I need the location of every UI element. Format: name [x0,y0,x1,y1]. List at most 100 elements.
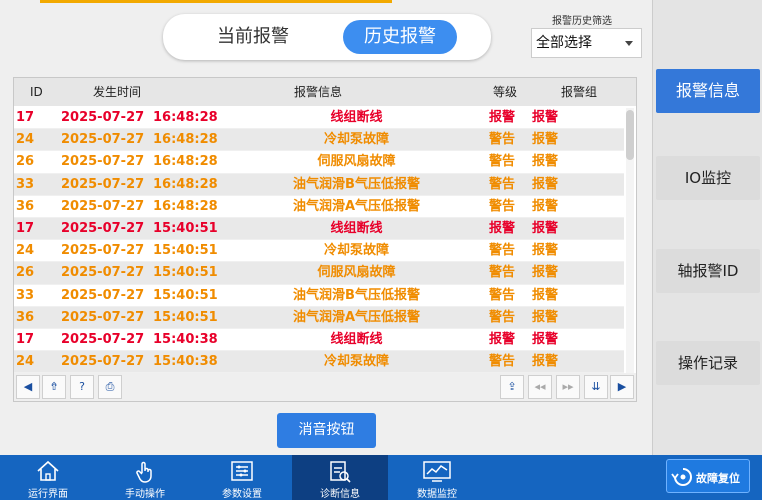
cell-id: 17 [16,110,35,125]
table-row[interactable]: 17 2025-07-27 16:48:28 线组断线 报警 报警 [14,107,624,130]
monitor-chart-icon [423,461,451,482]
table-row[interactable]: 24 2025-07-27 16:48:28 冷却泵故障 警告 报警 [14,129,624,152]
cell-message: 线组断线 [330,331,383,347]
cell-id: 36 [16,309,35,325]
table-pager: ◀ ⇮ ? ⎙ ⇪ ◂◂ ▸▸ ⇊ ▶ [14,373,636,401]
cell-id: 24 [16,243,35,259]
import-icon[interactable]: ⇪ [500,375,524,399]
first-page-icon[interactable]: ◂◂ [528,375,552,399]
cell-time: 16:48:28 [153,198,218,214]
export-icon[interactable]: ⇮ [42,375,66,399]
nav-data-monitor[interactable]: 数据监控 [389,455,485,500]
cell-date: 2025-07-27 [61,354,145,370]
cell-level: 报警 [489,331,516,347]
table-body: 17 2025-07-27 16:48:28 线组断线 报警 报警 24 2025-07-27… [14,107,624,373]
top-accent-strip [40,0,392,3]
cell-level: 警告 [489,265,516,281]
cell-message: 油气润滑A气压低报警 [292,309,421,325]
cell-level: 警告 [489,198,516,214]
hand-icon [136,461,152,483]
mute-button[interactable]: 消音按钮 [277,413,376,448]
alarm-table: ID 发生时间 报警信息 等级 报警组 17 2025-07-27 16:48:28… [13,77,637,402]
sidebar-item-axis-alarm-id[interactable]: 轴报警ID [656,249,760,293]
last-page-icon[interactable]: ▸▸ [556,375,580,399]
nav-run-screen[interactable]: 运行界面 [0,455,96,500]
cell-message: 冷却泵故障 [323,354,389,370]
cell-date: 2025-07-27 [61,243,145,259]
cell-level: 报警 [489,110,516,125]
nav-parameter-settings[interactable]: 参数设置 [194,455,290,500]
cell-group: 报警 [532,220,559,236]
sidebar-item-operation-log[interactable]: 操作记录 [656,341,760,385]
nav-label: 手动操作 [125,489,165,500]
cell-date: 2025-07-27 [61,198,145,214]
tab-history-alarm[interactable]: 历史报警 [343,20,457,54]
scroll-bottom-icon[interactable]: ⇊ [584,375,608,399]
sidebar: 报警信息 IO监控 轴报警ID 操作记录 [652,0,762,455]
cell-id: 36 [16,198,35,214]
table-row[interactable]: 17 2025-07-27 15:40:51 线组断线 报警 报警 [14,217,624,241]
filter-select[interactable]: 全部选择 [531,28,642,58]
table-row[interactable]: 26 2025-07-27 15:40:51 伺服风扇故障 警告 报警 [14,262,624,285]
table-row[interactable]: 26 2025-07-27 16:48:28 伺服风扇故障 警告 报警 [14,151,624,174]
column-header-id: ID [30,85,43,99]
cell-time: 15:40:51 [153,287,218,303]
prev-icon[interactable]: ◀ [16,375,40,399]
cell-level: 警告 [489,132,516,148]
nav-diagnostic-info[interactable]: 诊断信息 [292,455,388,500]
table-row[interactable]: 33 2025-07-27 15:40:51 油气润滑B气压低报警 警告 报警 [14,285,624,307]
cell-level: 警告 [489,176,516,192]
cell-level: 报警 [489,220,516,236]
cell-message: 伺服风扇故障 [317,265,396,281]
table-row[interactable]: 33 2025-07-27 16:48:28 油气润滑B气压低报警 警告 报警 [14,173,624,196]
cell-level: 警告 [489,309,516,325]
sidebar-item-io-monitor[interactable]: IO监控 [656,156,760,200]
cell-date: 2025-07-27 [61,265,145,281]
table-scrollbar[interactable] [626,108,634,374]
scroll-thumb[interactable] [626,110,634,160]
cell-time: 16:48:28 [153,110,218,125]
cell-time: 16:48:28 [153,132,218,148]
cell-time: 15:40:51 [153,265,218,281]
cell-time: 15:40:51 [153,220,218,236]
cell-date: 2025-07-27 [61,287,145,303]
table-row[interactable]: 24 2025-07-27 15:40:51 冷却泵故障 警告 报警 [14,240,624,263]
table-row[interactable]: 24 2025-07-27 15:40:38 冷却泵故障 警告 报警 [14,351,624,373]
cell-id: 33 [16,176,35,192]
nav-label: 数据监控 [417,489,457,500]
table-header: ID 发生时间 报警信息 等级 报警组 [14,78,636,106]
cell-group: 报警 [532,287,559,303]
cell-message: 油气润滑B气压低报警 [293,176,420,192]
cell-group: 报警 [532,243,559,259]
cell-message: 线组断线 [330,110,383,125]
table-row[interactable]: 36 2025-07-27 15:40:51 油气润滑A气压低报警 警告 报警 [14,306,624,329]
tab-current-alarm[interactable]: 当前报警 [203,20,303,54]
cell-time: 16:48:28 [153,154,218,170]
nav-manual-operation[interactable]: 手动操作 [97,455,193,500]
alarm-tab-switch: 当前报警 历史报警 [163,14,491,60]
table-row[interactable]: 17 2025-07-27 15:40:38 线组断线 报警 报警 [14,329,624,352]
cell-group: 报警 [532,198,559,214]
cell-group: 报警 [532,354,559,370]
print-icon[interactable]: ⎙ [98,375,122,399]
settings-list-icon [231,461,253,481]
cell-group: 报警 [532,265,559,281]
fault-reset-button[interactable]: 故障复位 [666,459,750,493]
next-icon[interactable]: ▶ [610,375,634,399]
sidebar-item-alarm-info[interactable]: 报警信息 [656,69,760,113]
cell-id: 24 [16,132,35,148]
cell-date: 2025-07-27 [61,110,145,125]
column-header-level: 等级 [493,85,518,99]
table-row[interactable]: 36 2025-07-27 16:48:28 油气润滑A气压低报警 警告 报警 [14,196,624,218]
cell-date: 2025-07-27 [61,176,145,192]
filter-label: 报警历史筛选 [552,16,612,27]
cell-message: 线组断线 [330,220,383,236]
diagnostic-icon [330,461,351,483]
cell-group: 报警 [532,110,559,125]
cell-time: 15:40:51 [153,309,218,325]
column-header-group: 报警组 [561,85,598,99]
cell-message: 油气润滑A气压低报警 [292,198,421,214]
help-icon[interactable]: ? [70,375,94,399]
cell-message: 冷却泵故障 [323,132,389,148]
cell-level: 警告 [489,354,516,370]
